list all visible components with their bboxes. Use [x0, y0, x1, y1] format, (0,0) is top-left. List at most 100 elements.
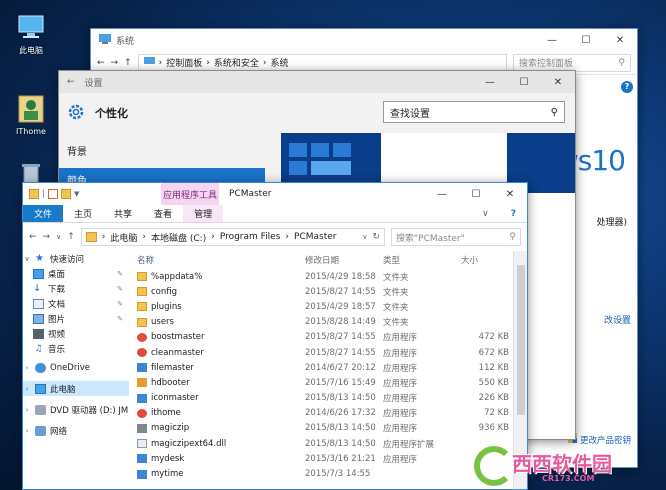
file-row[interactable]: magiczip 2015/8/13 14:50 应用程序 936 KB [129, 421, 515, 436]
file-name-cell: filemaster [129, 363, 305, 373]
documents-icon [33, 298, 44, 309]
nav-item-music[interactable]: ♫ 音乐 [23, 341, 129, 356]
chevron-right-icon[interactable]: › [23, 406, 31, 414]
desktop-icon-ithome[interactable]: IThome [8, 94, 54, 136]
maximize-icon[interactable]: ☐ [459, 183, 493, 205]
column-header-date[interactable]: 修改日期 [305, 254, 383, 266]
properties-icon[interactable] [48, 189, 59, 199]
tab-home[interactable]: 主页 [63, 205, 103, 222]
system-search-input[interactable]: 搜索控制面板 ⚲ [513, 53, 631, 72]
change-settings-link[interactable]: 改设置 [604, 313, 631, 326]
minimize-icon[interactable]: — [535, 29, 569, 51]
nav-item-pictures[interactable]: 图片 ✎ [23, 311, 129, 326]
file-row[interactable]: mytime 2015/7/3 14:55 [129, 466, 515, 481]
nav-item-documents[interactable]: 文档 ✎ [23, 296, 129, 311]
address-dropdown-icon[interactable]: ∨ [362, 233, 367, 241]
settings-search-input[interactable]: 查找设置 ⚲ [383, 101, 565, 123]
file-row[interactable]: magiczipext64.dll 2015/8/13 14:50 应用程序扩展 [129, 436, 515, 451]
file-name: plugins [151, 301, 182, 312]
new-folder-icon[interactable] [61, 189, 72, 199]
chevron-down-icon[interactable]: ▼ [74, 190, 79, 198]
help-icon[interactable]: ? [500, 205, 527, 222]
nav-item-desktop[interactable]: 桌面 ✎ [23, 266, 129, 281]
file-row[interactable]: users 2015/8/28 14:49 文件夹 [129, 315, 515, 330]
back-arrow-icon[interactable]: ← [67, 77, 75, 87]
file-name-cell: hdbooter [129, 378, 305, 388]
file-row[interactable]: %appdata% 2015/4/29 18:58 文件夹 [129, 269, 515, 284]
file-type: 应用程序 [383, 378, 418, 389]
breadcrumb-item[interactable]: 本地磁盘 (C:) [151, 231, 206, 244]
file-row[interactable]: filemaster 2014/6/27 20:12 应用程序 112 KB [129, 360, 515, 375]
breadcrumb-item[interactable]: PCMaster [294, 232, 336, 242]
forward-arrow-icon[interactable]: → [43, 232, 51, 242]
file-name-cell: config [129, 287, 305, 297]
file-date: 2015/8/13 14:50 [305, 393, 376, 404]
chevron-down-icon[interactable]: ∨ [23, 255, 31, 263]
settings-nav-background[interactable]: 背景 [59, 133, 265, 168]
refresh-icon[interactable]: ↻ [372, 232, 380, 242]
file-name-cell: cleanmaster [129, 348, 305, 358]
chevron-right-icon[interactable]: › [23, 364, 31, 372]
close-icon[interactable]: ✕ [603, 29, 637, 51]
back-arrow-icon[interactable]: ← [97, 58, 105, 68]
close-icon[interactable]: ✕ [493, 183, 527, 205]
file-row[interactable]: ithome 2014/6/26 17:32 应用程序 72 KB [129, 406, 515, 421]
file-type: 应用程序 [383, 333, 418, 344]
file-name: magiczip [151, 423, 190, 434]
chevron-right-icon[interactable]: › [23, 385, 31, 393]
recent-locations-icon[interactable]: ∨ [56, 233, 61, 241]
breadcrumb-item[interactable]: 系统和安全 [214, 56, 259, 69]
nav-item-videos[interactable]: 视频 [23, 326, 129, 341]
expand-ribbon-icon[interactable]: ∨ [471, 205, 500, 222]
breadcrumb-item[interactable]: 系统 [271, 56, 289, 69]
breadcrumb[interactable]: › 控制面板 › 系统和安全 › 系统 [137, 53, 507, 72]
back-arrow-icon[interactable]: ← [29, 232, 37, 242]
forward-arrow-icon[interactable]: → [111, 58, 119, 68]
column-header-name[interactable]: 名称 [129, 254, 305, 266]
file-row[interactable]: plugins 2015/4/29 18:57 文件夹 [129, 299, 515, 314]
tab-share[interactable]: 共享 [103, 205, 143, 222]
file-name-cell: %appdata% [129, 272, 305, 282]
file-row[interactable]: boostmaster 2015/8/27 14:55 应用程序 472 KB [129, 330, 515, 345]
maximize-icon[interactable]: ☐ [507, 71, 541, 93]
tab-file[interactable]: 文件 [23, 205, 64, 222]
breadcrumb-item[interactable]: 此电脑 [110, 231, 137, 244]
file-row[interactable]: cleanmaster 2015/8/27 14:55 应用程序 672 KB [129, 345, 515, 360]
column-header-size[interactable]: 大小 [461, 254, 509, 266]
nav-item-onedrive[interactable]: › OneDrive [23, 360, 129, 375]
up-arrow-icon[interactable]: ↑ [67, 232, 75, 242]
file-row[interactable]: iconmaster 2015/8/13 14:50 应用程序 226 KB [129, 391, 515, 406]
minimize-icon[interactable]: — [473, 71, 507, 93]
nav-item-dvd-drive[interactable]: › DVD 驱动器 (D:) JM [23, 402, 129, 417]
breadcrumb-item[interactable]: 控制面板 [166, 56, 202, 69]
close-icon[interactable]: ✕ [541, 71, 575, 93]
file-name-cell: magiczip [129, 423, 305, 433]
nav-item-this-pc[interactable]: › 此电脑 [23, 381, 129, 396]
chevron-right-icon[interactable]: › [23, 427, 31, 435]
nav-item-network[interactable]: › 网络 [23, 423, 129, 438]
context-tab-app-tools[interactable]: 应用程序工具 [161, 183, 219, 205]
system-window-icon [99, 33, 111, 47]
help-icon[interactable]: ? [621, 81, 633, 93]
file-row[interactable]: hdbooter 2015/7/16 15:49 应用程序 550 KB [129, 375, 515, 390]
scrollbar-thumb[interactable] [517, 265, 525, 415]
file-name: boostmaster [151, 332, 205, 343]
app-icon [137, 393, 147, 403]
explorer-search-input[interactable]: 搜索"PCMaster" ⚲ [391, 228, 521, 246]
desktop-icon-this-pc[interactable]: 此电脑 [8, 12, 54, 56]
up-arrow-icon[interactable]: ↑ [124, 58, 132, 68]
nav-item-downloads[interactable]: ↓ 下载 ✎ [23, 281, 129, 296]
address-bar[interactable]: › 此电脑 › 本地磁盘 (C:) › Program Files › PCMa… [80, 228, 385, 246]
minimize-icon[interactable]: — [425, 183, 459, 205]
file-row[interactable]: config 2015/8/27 14:55 文件夹 [129, 284, 515, 299]
column-header-type[interactable]: 类型 [383, 254, 461, 266]
folder-icon [137, 302, 147, 312]
tab-manage[interactable]: 管理 [183, 205, 224, 222]
file-list: 名称 修改日期 类型 大小 %appdata% 2015/4/29 18:58 文件… [129, 251, 515, 489]
nav-item-quick-access[interactable]: ∨ ★ 快速访问 [23, 251, 129, 266]
tab-view[interactable]: 查看 [143, 205, 183, 222]
network-icon [35, 425, 46, 436]
breadcrumb-item[interactable]: Program Files [220, 232, 281, 242]
file-row[interactable]: mydesk 2015/3/16 21:21 应用程序 [129, 451, 515, 466]
maximize-icon[interactable]: ☐ [569, 29, 603, 51]
